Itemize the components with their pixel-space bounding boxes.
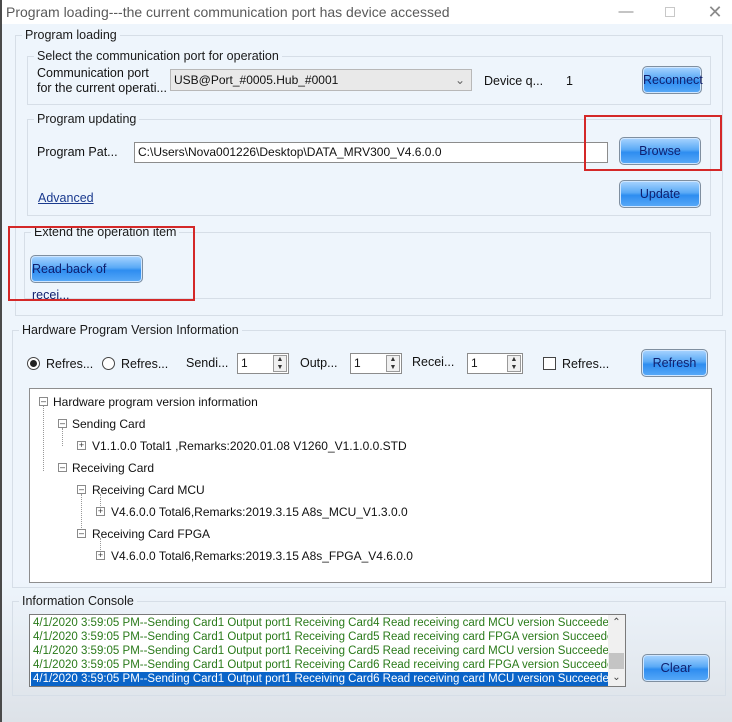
port-label-line1: Communication port — [37, 66, 149, 80]
console-log-list[interactable]: 4/1/2020 3:59:05 PM--Sending Card1 Outpu… — [29, 614, 626, 687]
auto-refresh-label: Refres... — [562, 357, 610, 371]
receiving-card-spinner[interactable]: 1 ▲ ▼ — [467, 353, 523, 374]
maximize-button[interactable] — [650, 0, 690, 24]
refresh-mode-radio-1[interactable] — [27, 357, 40, 370]
communication-port-value: USB@Port_#0005.Hub_#0001 — [174, 73, 339, 87]
output-port-spinner[interactable]: 1 ▲ ▼ — [350, 353, 402, 374]
maximize-icon — [665, 7, 675, 17]
console-scrollbar[interactable]: ⌃ ⌄ — [608, 615, 625, 686]
scroll-up-icon[interactable]: ⌃ — [608, 615, 625, 631]
refresh-mode-radio-2[interactable] — [102, 357, 115, 370]
collapse-icon[interactable]: – — [58, 463, 67, 472]
chevron-down-icon: ⌄ — [454, 73, 465, 87]
title-bar: Program loading---the current communicat… — [2, 0, 732, 24]
update-button[interactable]: Update — [619, 180, 701, 208]
device-quantity-label: Device q... — [484, 74, 544, 88]
refresh-mode-radio-2-label: Refres... — [121, 357, 169, 371]
minimize-button[interactable]: — — [606, 0, 646, 24]
receiving-card-label: Recei... — [412, 355, 455, 369]
program-updating-group: Program updating — [27, 112, 711, 216]
spinner-arrows-icon[interactable]: ▲ ▼ — [386, 355, 400, 372]
tree-node-receiving-card[interactable]: Receiving Card — [72, 461, 154, 475]
program-path-label: Program Pat... — [37, 145, 118, 159]
expand-icon[interactable]: + — [96, 507, 105, 516]
expand-icon[interactable]: + — [77, 441, 86, 450]
auto-refresh-checkbox[interactable] — [543, 357, 556, 370]
tree-node-mcu[interactable]: Receiving Card MCU — [92, 483, 205, 497]
program-loading-legend: Program loading — [25, 28, 117, 42]
information-console-legend: Information Console — [22, 594, 134, 608]
minimize-icon: — — [618, 3, 634, 20]
tree-node-fpga-version[interactable]: V4.6.0.0 Total6,Remarks:2019.3.15 A8s_FP… — [111, 549, 413, 563]
port-select-legend: Select the communication port for operat… — [37, 49, 279, 63]
sending-card-value: 1 — [241, 356, 248, 370]
communication-port-dropdown[interactable]: USB@Port_#0005.Hub_#0001 ⌄ — [170, 69, 472, 91]
spinner-arrows-icon[interactable]: ▲ ▼ — [273, 355, 287, 372]
output-port-label: Outp... — [300, 356, 338, 370]
browse-button[interactable]: Browse — [619, 137, 701, 165]
version-tree[interactable]: – Hardware program version information –… — [29, 388, 712, 583]
receiving-card-value: 1 — [471, 356, 478, 370]
console-line[interactable]: 4/1/2020 3:59:05 PM--Sending Card1 Outpu… — [31, 616, 608, 630]
clear-button[interactable]: Clear — [642, 654, 710, 682]
device-quantity-value: 1 — [566, 74, 573, 88]
hardware-version-legend: Hardware Program Version Information — [22, 323, 239, 337]
refresh-button[interactable]: Refresh — [641, 349, 708, 377]
output-port-value: 1 — [354, 356, 361, 370]
port-label-line2: for the current operati... — [37, 81, 167, 95]
refresh-mode-radio-1-label: Refres... — [46, 357, 94, 371]
program-loading-window: Program loading---the current communicat… — [0, 0, 732, 722]
tree-node-mcu-version[interactable]: V4.6.0.0 Total6,Remarks:2019.3.15 A8s_MC… — [111, 505, 408, 519]
collapse-icon[interactable]: – — [58, 419, 67, 428]
scroll-down-icon[interactable]: ⌄ — [608, 670, 625, 686]
console-line[interactable]: 4/1/2020 3:59:05 PM--Sending Card1 Outpu… — [31, 658, 608, 672]
collapse-icon[interactable]: – — [39, 397, 48, 406]
spinner-arrows-icon[interactable]: ▲ ▼ — [507, 355, 521, 372]
collapse-icon[interactable]: – — [77, 485, 86, 494]
tree-node-root[interactable]: Hardware program version information — [53, 395, 258, 409]
extend-operation-legend: Extend the operation item — [34, 225, 177, 239]
sending-card-label: Sendi... — [186, 356, 229, 370]
scroll-thumb[interactable] — [609, 653, 624, 669]
program-path-input[interactable]: C:\Users\Nova001226\Desktop\DATA_MRV300_… — [134, 142, 608, 163]
expand-icon[interactable]: + — [96, 551, 105, 560]
collapse-icon[interactable]: – — [77, 529, 86, 538]
tree-node-fpga[interactable]: Receiving Card FPGA — [92, 527, 210, 541]
close-icon: ✕ — [707, 2, 723, 22]
window-title: Program loading---the current communicat… — [6, 4, 450, 20]
console-line[interactable]: 4/1/2020 3:59:05 PM--Sending Card1 Outpu… — [31, 644, 608, 658]
console-line-selected[interactable]: 4/1/2020 3:59:05 PM--Sending Card1 Outpu… — [31, 672, 608, 686]
close-button[interactable]: ✕ — [695, 0, 732, 24]
reconnect-button[interactable]: Reconnect — [642, 66, 703, 94]
console-line[interactable]: 4/1/2020 3:59:05 PM--Sending Card1 Outpu… — [31, 630, 608, 644]
read-back-button[interactable]: Read-back of recei... — [30, 255, 143, 302]
advanced-link[interactable]: Advanced — [38, 191, 94, 205]
tree-node-sending-version[interactable]: V1.1.0.0 Total1 ,Remarks:2020.01.08 V126… — [92, 439, 407, 453]
sending-card-spinner[interactable]: 1 ▲ ▼ — [237, 353, 289, 374]
tree-node-sending-card[interactable]: Sending Card — [72, 417, 145, 431]
program-updating-legend: Program updating — [37, 112, 137, 126]
